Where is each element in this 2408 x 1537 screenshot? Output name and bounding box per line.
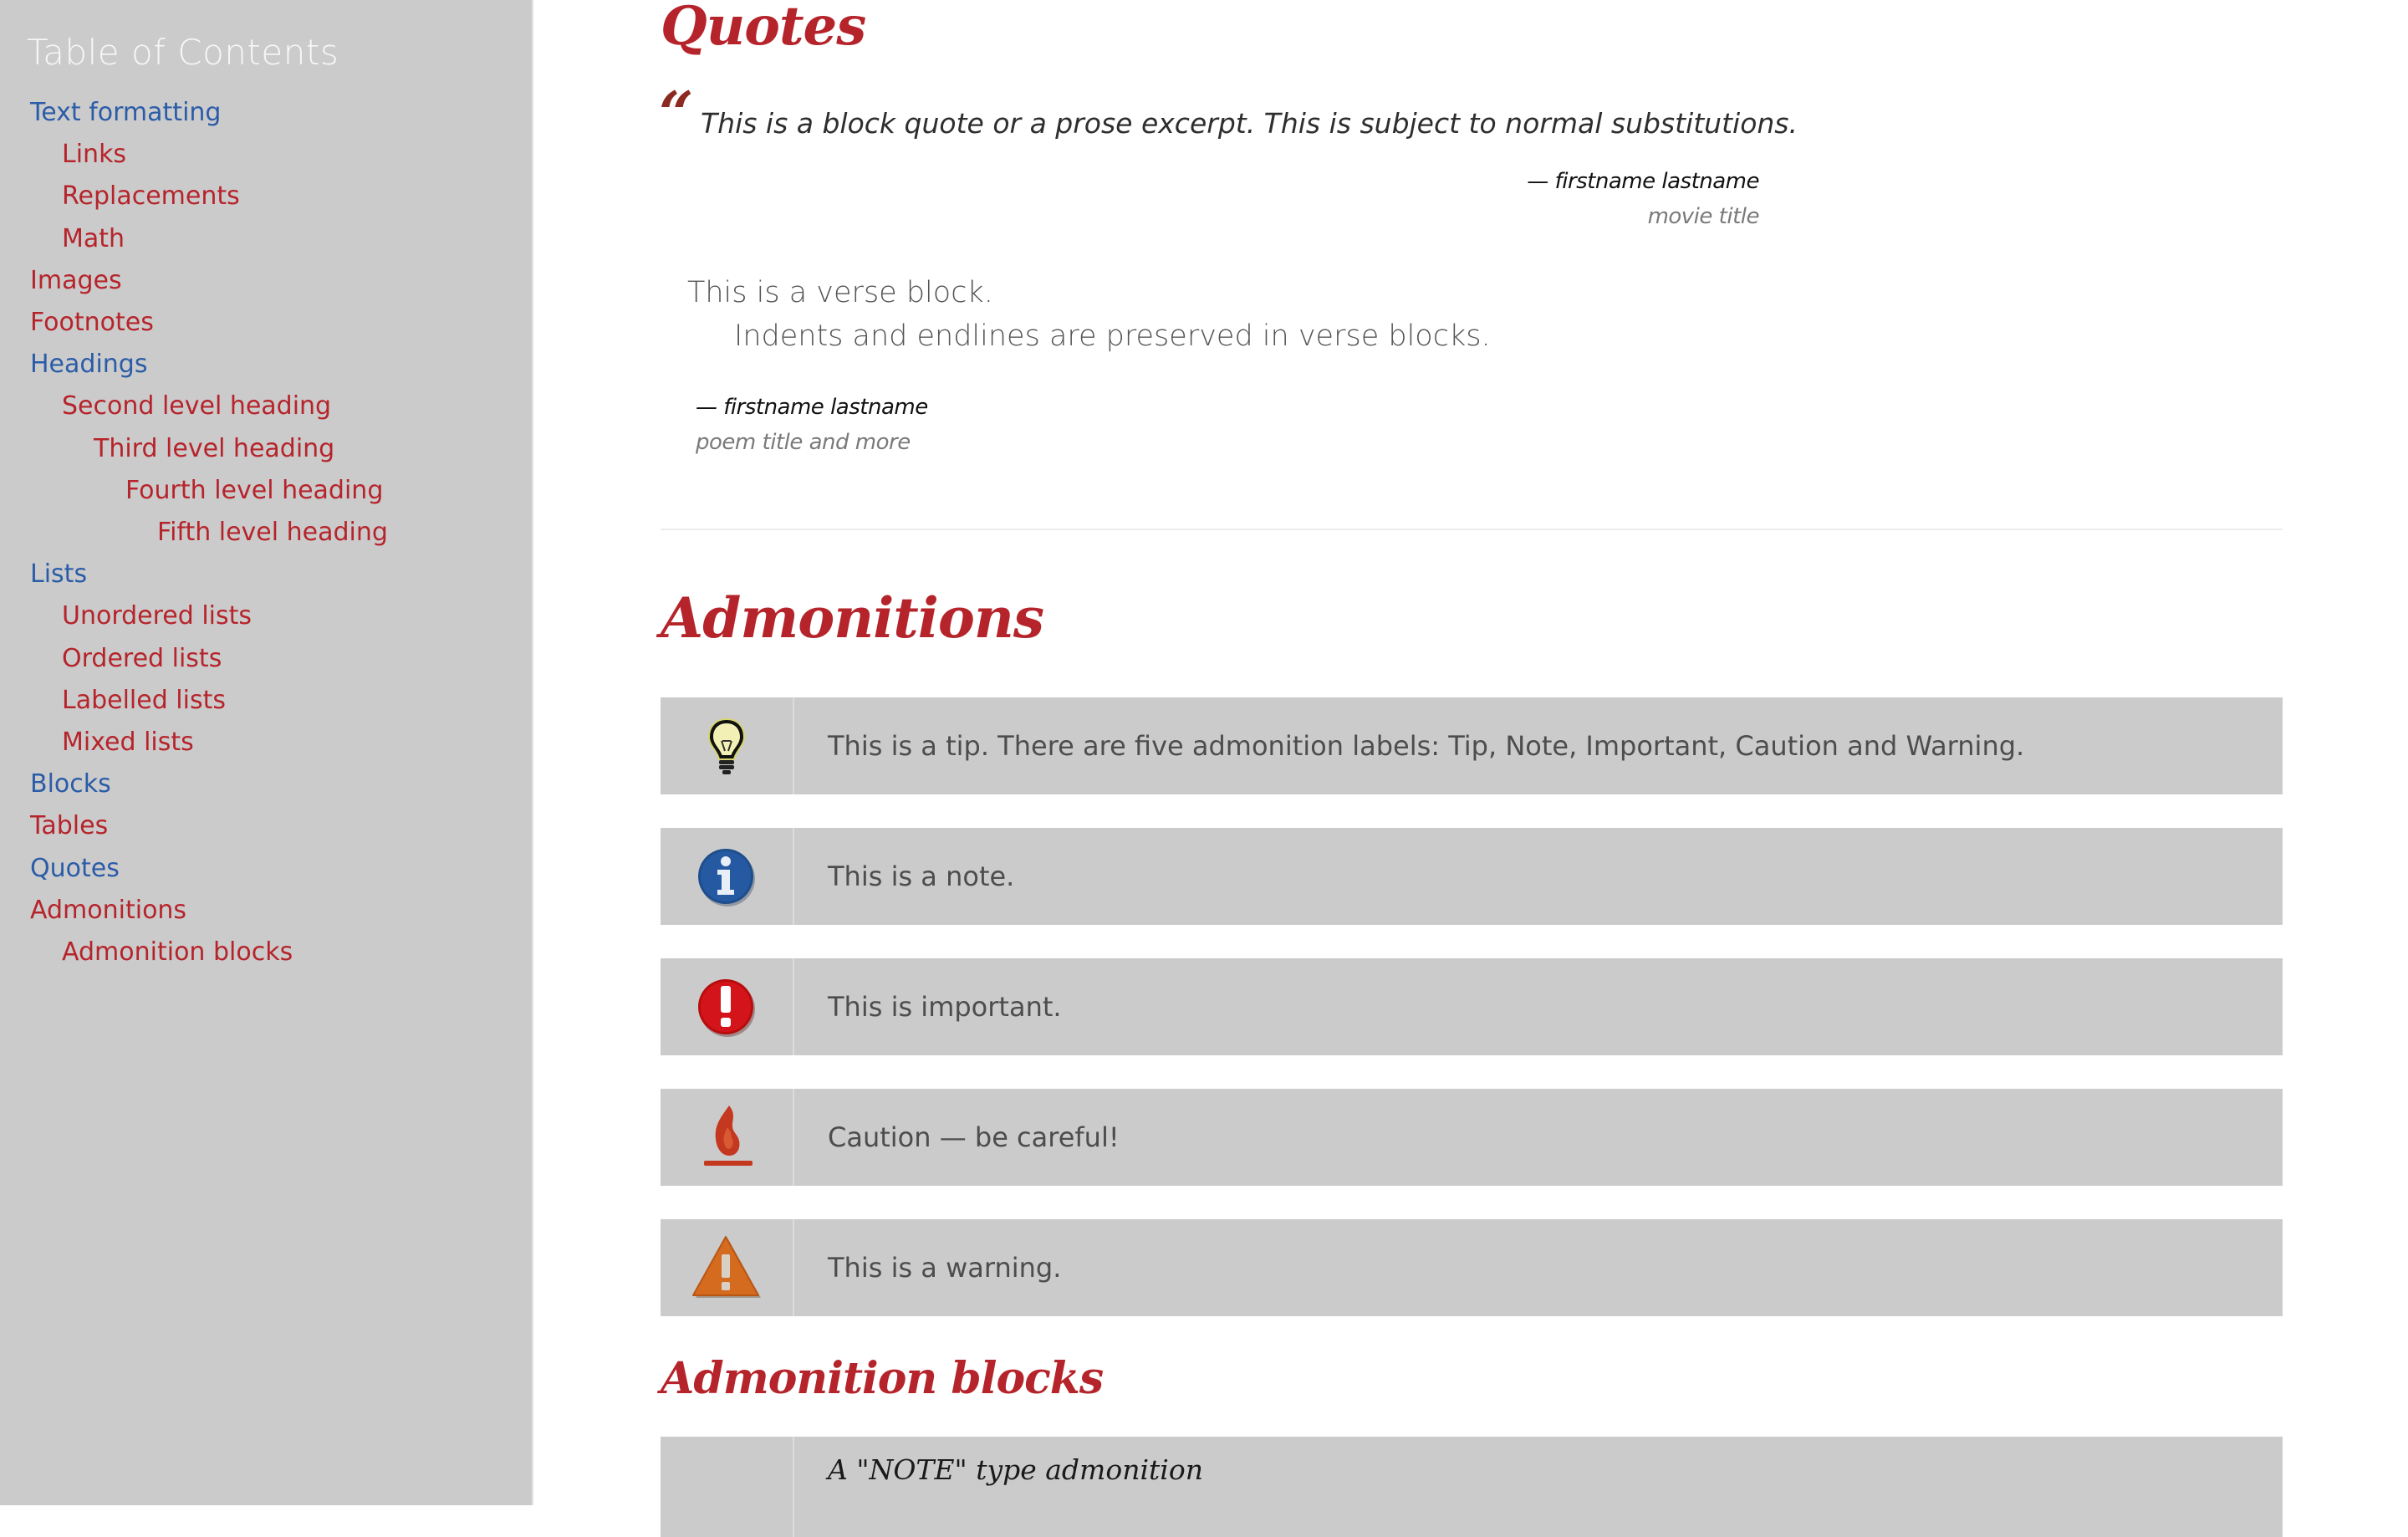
toc-title: Table of Contents xyxy=(27,32,339,73)
toc-link[interactable]: Tables xyxy=(30,811,108,841)
admonitions-heading: Admonitions xyxy=(661,585,1044,651)
toc-link[interactable]: Quotes xyxy=(30,854,120,884)
note-admonition: This is a note. xyxy=(661,828,2283,925)
verse-line: Indents and endlines are preserved in ve… xyxy=(734,319,1491,353)
tip-text: This is a tip. There are five admonition… xyxy=(828,730,2025,762)
warning-text: This is a warning. xyxy=(828,1252,1062,1284)
note-block-title: A "NOTE" type admonition xyxy=(828,1453,1203,1486)
toc-link[interactable]: Second level heading xyxy=(62,391,331,421)
lightbulb-icon xyxy=(707,717,746,774)
info-icon xyxy=(698,849,755,906)
toc-link[interactable]: Footnotes xyxy=(30,308,154,338)
toc-link[interactable]: Lists xyxy=(30,559,87,590)
toc-link[interactable]: Images xyxy=(30,266,122,296)
quote-citation: movie title xyxy=(1647,204,1760,229)
toc-link[interactable]: Labelled lists xyxy=(62,686,226,716)
admonition-icon-cell xyxy=(661,1437,794,1537)
toc-link[interactable]: Fifth level heading xyxy=(157,518,388,548)
warning-admonition: This is a warning. xyxy=(661,1219,2283,1316)
quote-mark-icon: “ xyxy=(659,78,694,149)
main-content: Quotes “ This is a block quote or a pros… xyxy=(659,0,2283,1537)
note-block-admonition: A "NOTE" type admonition xyxy=(661,1437,2283,1537)
toc-link[interactable]: Blocks xyxy=(30,769,111,799)
toc-link[interactable]: Replacements xyxy=(62,181,240,212)
admonition-icon-cell xyxy=(661,958,794,1055)
verse-attribution: — firstname lastname xyxy=(696,395,928,420)
caution-text: Caution — be careful! xyxy=(828,1121,1120,1153)
admonition-icon-cell xyxy=(661,697,794,794)
quote-attribution: — firstname lastname xyxy=(1527,169,1759,194)
toc-link[interactable]: Links xyxy=(62,140,126,170)
warning-triangle-icon xyxy=(692,1236,761,1298)
tip-admonition: This is a tip. There are five admonition… xyxy=(661,697,2283,794)
section-divider xyxy=(661,529,2283,530)
toc-link[interactable]: Admonition blocks xyxy=(62,937,293,968)
admonition-blocks-heading: Admonition blocks xyxy=(661,1353,1104,1404)
exclamation-icon xyxy=(698,979,755,1037)
block-quote-text: This is a block quote or a prose excerpt… xyxy=(701,107,1798,140)
toc-link[interactable]: Fourth level heading xyxy=(125,476,383,506)
admonition-icon-cell xyxy=(661,1089,794,1186)
important-admonition: This is important. xyxy=(661,958,2283,1055)
table-of-contents-sidebar: Table of Contents Text formatting Links Re… xyxy=(0,0,533,1505)
flame-icon xyxy=(704,1106,752,1166)
verse-citation: poem title and more xyxy=(696,430,911,455)
toc-link[interactable]: Third level heading xyxy=(94,434,334,464)
toc-link[interactable]: Unordered lists xyxy=(62,601,252,631)
toc-link[interactable]: Admonitions xyxy=(30,896,186,926)
admonition-icon-cell xyxy=(661,1219,794,1316)
toc-link[interactable]: Text formatting xyxy=(30,98,221,128)
admonition-icon-cell xyxy=(661,828,794,925)
quotes-heading: Quotes xyxy=(661,0,866,58)
caution-admonition: Caution — be careful! xyxy=(661,1089,2283,1186)
verse-line: This is a verse block. xyxy=(687,276,993,309)
toc-link[interactable]: Ordered lists xyxy=(62,644,222,674)
toc-link[interactable]: Mixed lists xyxy=(62,728,194,758)
note-text: This is a note. xyxy=(828,860,1015,892)
important-text: This is important. xyxy=(828,991,1062,1023)
toc-link[interactable]: Math xyxy=(62,224,125,254)
toc-link[interactable]: Headings xyxy=(30,350,147,380)
